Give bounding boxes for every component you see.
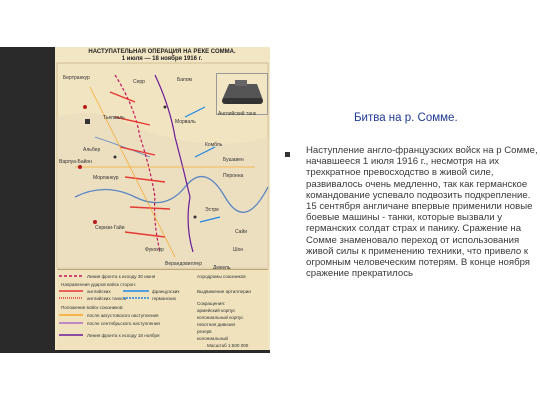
place-label: Верандовиллер <box>165 261 202 267</box>
place-label: Бапом <box>177 77 192 83</box>
place-label: Бушавен <box>223 157 244 163</box>
place-label: Альбер <box>83 147 101 153</box>
legend-item: Линия фронта к исходу 30 июня <box>87 274 156 279</box>
tank-illustration <box>216 73 268 115</box>
bullet-marker <box>285 152 290 157</box>
bullet-marker <box>85 119 90 124</box>
legend-item: пехотная дивизия <box>197 322 236 327</box>
tank-caption: Английский танк <box>218 111 256 117</box>
place-label: Сайи <box>235 229 248 235</box>
legend-item: Выдвижение артиллерии <box>197 289 251 294</box>
map-legend: Линия фронта к исходу 30 июня Направлени… <box>57 269 268 350</box>
place-label: Серизи-Гайи <box>95 225 125 231</box>
legend-item: Аэродромы союзников <box>197 274 246 279</box>
place-label: Шон <box>233 247 244 253</box>
place-label: Серр <box>133 79 145 85</box>
legend-item: колониальный <box>197 336 228 341</box>
place-label: Морваль <box>175 119 196 125</box>
legend-item: резерв <box>197 329 212 334</box>
place-label: Морланкур <box>93 175 119 181</box>
place-label: Фукокур <box>145 247 164 253</box>
place-label: Перонна <box>223 173 244 179</box>
slide-body-text: Наступление англо-французских войск на р… <box>306 145 538 280</box>
legend-item: армейский корпус <box>197 308 236 313</box>
legend-item: Линия фронта к исходу 18 ноября <box>87 333 160 338</box>
legend-item: Сокращения: <box>197 301 226 306</box>
place-label: Комбль <box>205 142 223 148</box>
place-label: Варлуа-Байон <box>59 159 92 165</box>
legend-item: колониальный корпус <box>197 315 244 320</box>
legend-item: после сентябрьского наступления <box>87 321 160 326</box>
place-label: Бертранкур <box>63 75 90 81</box>
place-label: Эстре <box>205 207 219 213</box>
place-label: Тьепваль <box>103 115 125 121</box>
legend-item: английских танков <box>87 296 127 301</box>
battle-map: НАСТУПАТЕЛЬНАЯ ОПЕРАЦИЯ НА РЕКЕ СОММА. 1 … <box>55 47 270 350</box>
legend-scale: Масштаб 1:500 000 <box>207 343 249 348</box>
slide-heading: Битва на р. Сомме. <box>354 112 458 124</box>
legend-item: английских <box>87 289 111 294</box>
